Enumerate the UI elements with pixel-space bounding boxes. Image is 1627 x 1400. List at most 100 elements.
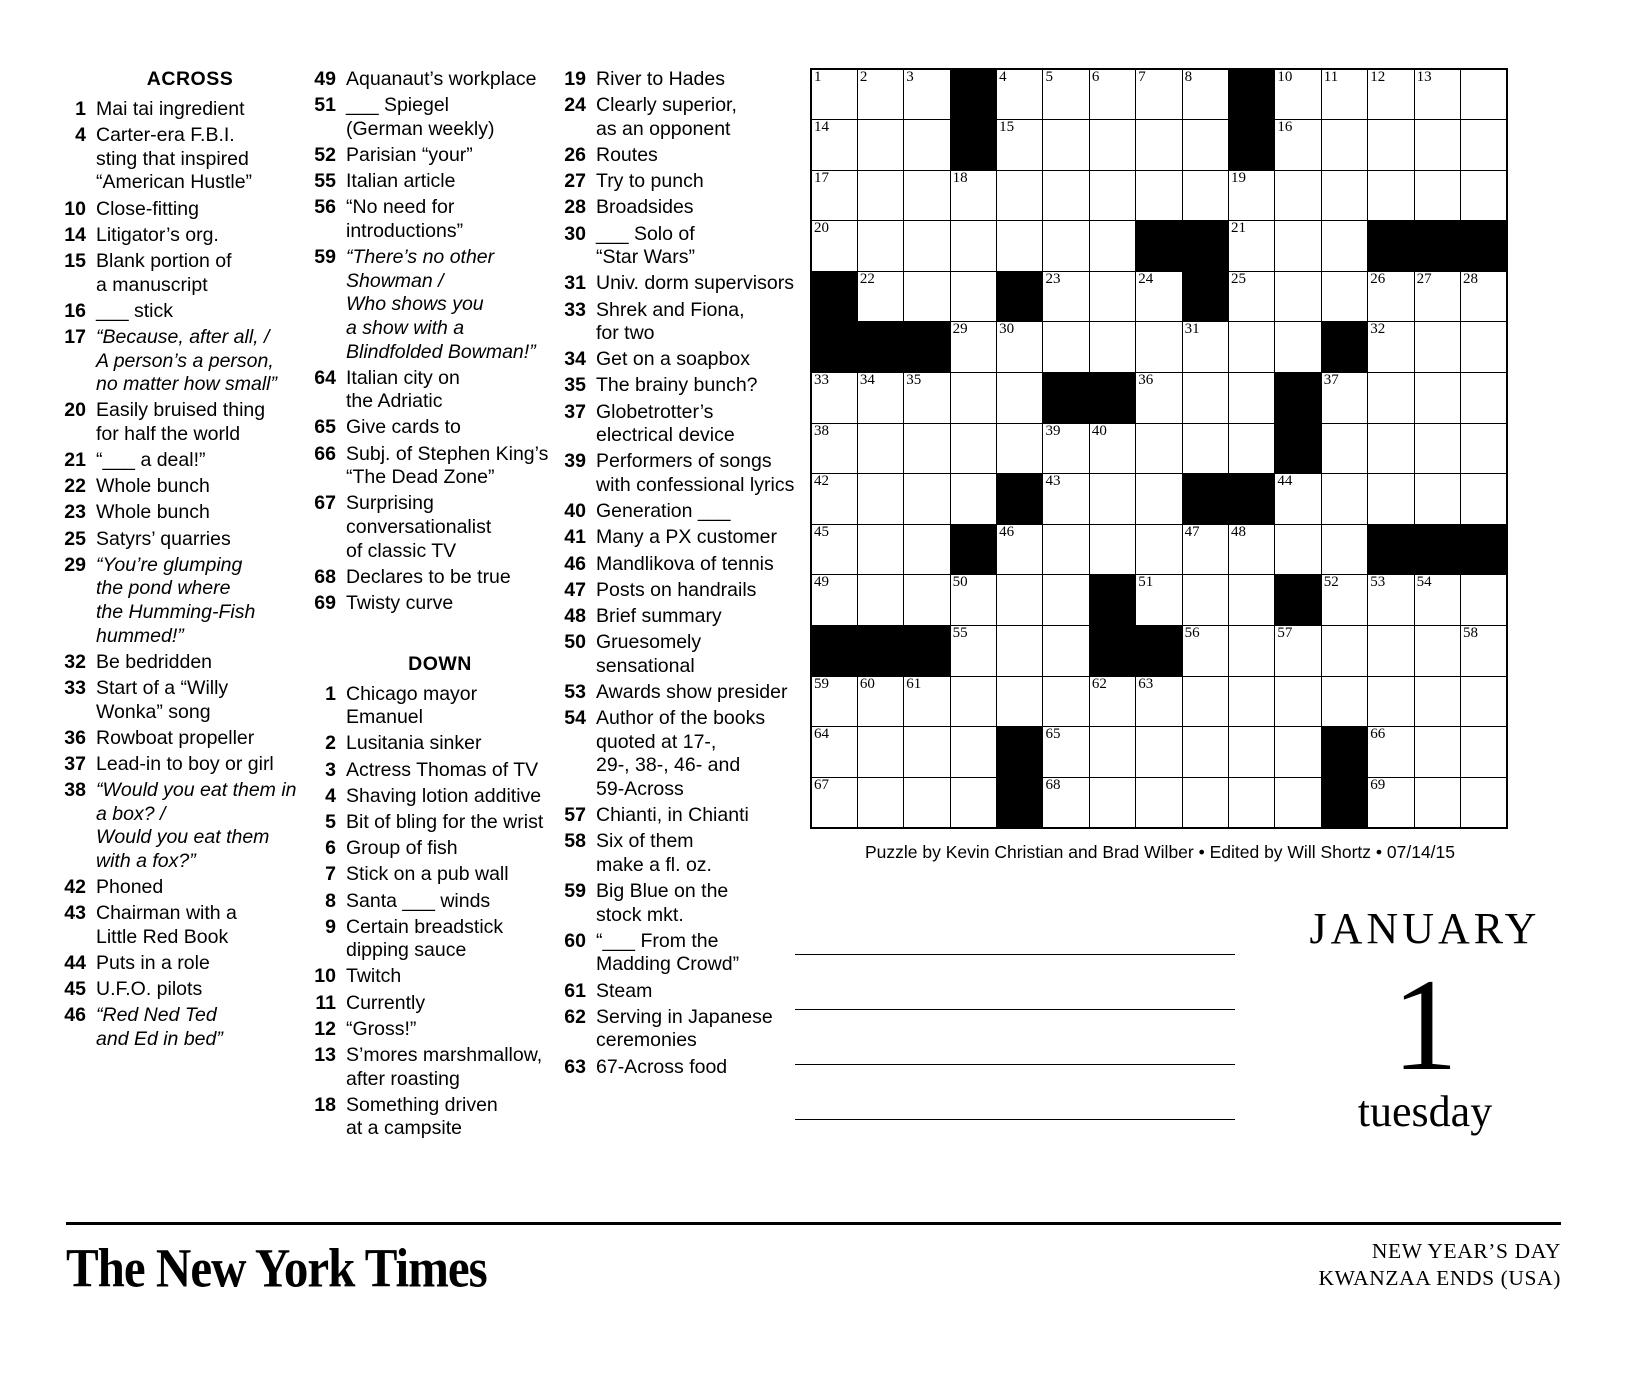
- grid-cell[interactable]: 64: [810, 726, 858, 778]
- note-line[interactable]: [795, 1065, 1235, 1120]
- grid-cell[interactable]: [1042, 220, 1090, 272]
- grid-cell[interactable]: [1135, 473, 1183, 525]
- grid-cell[interactable]: [1459, 68, 1508, 121]
- clue-down-57[interactable]: 57 Chianti, in Chianti: [562, 804, 804, 828]
- clue-across-20[interactable]: 20 Easily bruised thing for half the world: [62, 399, 304, 446]
- grid-cell[interactable]: 23: [1042, 271, 1090, 323]
- clue-down-12[interactable]: 12 “Gross!”: [312, 1018, 554, 1042]
- clue-across-64[interactable]: 64 Italian city on the Adriatic: [312, 367, 554, 414]
- grid-cell[interactable]: 27: [1413, 271, 1461, 323]
- grid-cell[interactable]: [1042, 321, 1090, 374]
- grid-cell[interactable]: [996, 625, 1044, 677]
- clue-down-6[interactable]: 6 Group of fish: [312, 837, 554, 861]
- grid-cell[interactable]: [1181, 422, 1230, 475]
- grid-cell[interactable]: [1042, 523, 1090, 576]
- clue-down-46[interactable]: 46 Mandlikova of tennis: [562, 553, 804, 577]
- clue-down-47[interactable]: 47 Posts on handrails: [562, 579, 804, 603]
- clue-across-1[interactable]: 1 Mai tai ingredient: [62, 98, 304, 122]
- grid-cell[interactable]: [1367, 422, 1415, 475]
- grid-cell[interactable]: 63: [1135, 676, 1183, 728]
- clue-across-68[interactable]: 68 Declares to be true: [312, 566, 554, 590]
- clue-down-31[interactable]: 31 Univ. dorm supervisors: [562, 272, 804, 296]
- grid-cell[interactable]: [1135, 726, 1183, 778]
- grid-cell[interactable]: [1413, 726, 1461, 778]
- clue-across-37[interactable]: 37 Lead-in to boy or girl: [62, 753, 304, 777]
- grid-cell[interactable]: 13: [1413, 68, 1461, 121]
- grid-cell[interactable]: 44: [1274, 473, 1322, 525]
- grid-cell[interactable]: [1042, 574, 1090, 627]
- grid-cell[interactable]: [856, 574, 905, 627]
- grid-cell[interactable]: [1413, 422, 1461, 475]
- clue-across-51[interactable]: 51 ___ Spiegel (German weekly): [312, 94, 554, 141]
- grid-cell[interactable]: [856, 119, 905, 171]
- grid-cell[interactable]: 45: [810, 524, 858, 576]
- grid-cell[interactable]: 19: [1228, 170, 1276, 222]
- grid-cell[interactable]: 16: [1274, 119, 1322, 171]
- grid-cell[interactable]: [996, 372, 1044, 424]
- grid-cell[interactable]: [856, 220, 905, 272]
- grid-cell[interactable]: 53: [1367, 574, 1415, 627]
- grid-cell[interactable]: [1459, 422, 1508, 475]
- grid-cell[interactable]: 56: [1181, 625, 1230, 677]
- grid-cell[interactable]: 52: [1320, 574, 1369, 627]
- grid-cell[interactable]: 49: [810, 574, 858, 627]
- grid-cell[interactable]: [1274, 270, 1322, 323]
- grid-cell[interactable]: 60: [856, 676, 905, 728]
- grid-cell[interactable]: [1088, 169, 1137, 222]
- clue-across-17[interactable]: 17 “Because, after all, / A person’s a per…: [62, 326, 304, 397]
- grid-cell[interactable]: [1459, 574, 1508, 627]
- clue-down-5[interactable]: 5 Bit of bling for the wrist: [312, 811, 554, 835]
- grid-cell[interactable]: [903, 776, 951, 829]
- clue-down-13[interactable]: 13 S’mores marshmallow, after roasting: [312, 1044, 554, 1091]
- grid-cell[interactable]: [996, 422, 1044, 475]
- clue-down-9[interactable]: 9 Certain breadstick dipping sauce: [312, 916, 554, 963]
- grid-cell[interactable]: [1320, 523, 1369, 576]
- grid-cell[interactable]: [1088, 270, 1137, 323]
- grid-cell[interactable]: [1088, 119, 1137, 171]
- grid-cell[interactable]: 33: [810, 372, 858, 424]
- grid-cell[interactable]: 57: [1274, 625, 1322, 677]
- grid-cell[interactable]: [1320, 119, 1369, 171]
- grid-cell[interactable]: 37: [1320, 372, 1369, 424]
- grid-cell[interactable]: [1042, 169, 1090, 222]
- grid-cell[interactable]: [1320, 422, 1369, 475]
- clue-across-66[interactable]: 66 Subj. of Stephen King’s “The Dead Zone”: [312, 443, 554, 490]
- crossword-grid[interactable]: 1 2 3 4 5 6 7 8 10 11 12 13 14 15 16 17 18 19 20 21 22 23 24 25…: [810, 68, 1508, 829]
- clue-across-25[interactable]: 25 Satyrs’ quarries: [62, 528, 304, 552]
- grid-cell[interactable]: 2: [856, 68, 905, 121]
- clue-down-61[interactable]: 61 Steam: [562, 980, 804, 1004]
- clue-across-22[interactable]: 22 Whole bunch: [62, 475, 304, 499]
- grid-cell[interactable]: [1413, 473, 1461, 525]
- grid-cell[interactable]: 17: [810, 170, 858, 222]
- grid-cell[interactable]: [1228, 422, 1276, 475]
- grid-cell[interactable]: 62: [1088, 676, 1137, 728]
- grid-cell[interactable]: [1459, 321, 1508, 374]
- grid-cell[interactable]: 65: [1042, 726, 1090, 778]
- grid-cell[interactable]: [1320, 270, 1369, 323]
- grid-cell[interactable]: [856, 422, 905, 475]
- grid-cell[interactable]: [1088, 321, 1137, 374]
- grid-cell[interactable]: 5: [1042, 68, 1090, 121]
- clue-across-49[interactable]: 49 Aquanaut’s workplace: [312, 68, 554, 92]
- grid-cell[interactable]: [949, 675, 998, 728]
- clue-down-11[interactable]: 11 Currently: [312, 992, 554, 1016]
- clue-across-69[interactable]: 69 Twisty curve: [312, 592, 554, 616]
- note-line[interactable]: [795, 900, 1235, 955]
- note-line[interactable]: [795, 1010, 1235, 1065]
- clue-down-54[interactable]: 54 Author of the books quoted at 17-, 29-, …: [562, 707, 804, 801]
- grid-cell[interactable]: [1135, 169, 1183, 222]
- grid-cell[interactable]: 20: [810, 220, 858, 272]
- clue-across-32[interactable]: 32 Be bedridden: [62, 651, 304, 675]
- grid-cell[interactable]: [1181, 726, 1230, 778]
- grid-cell[interactable]: 11: [1320, 68, 1369, 121]
- clue-across-14[interactable]: 14 Litigator’s org.: [62, 224, 304, 248]
- clue-down-58[interactable]: 58 Six of them make a fl. oz.: [562, 830, 804, 877]
- grid-cell[interactable]: [1459, 169, 1508, 222]
- grid-cell[interactable]: 3: [903, 68, 951, 121]
- grid-cell[interactable]: [903, 473, 951, 525]
- grid-cell[interactable]: [1459, 119, 1508, 171]
- clue-down-4[interactable]: 4 Shaving lotion additive: [312, 785, 554, 809]
- grid-cell[interactable]: [1274, 169, 1322, 222]
- grid-cell[interactable]: 39: [1042, 423, 1090, 475]
- grid-cell[interactable]: [949, 726, 998, 778]
